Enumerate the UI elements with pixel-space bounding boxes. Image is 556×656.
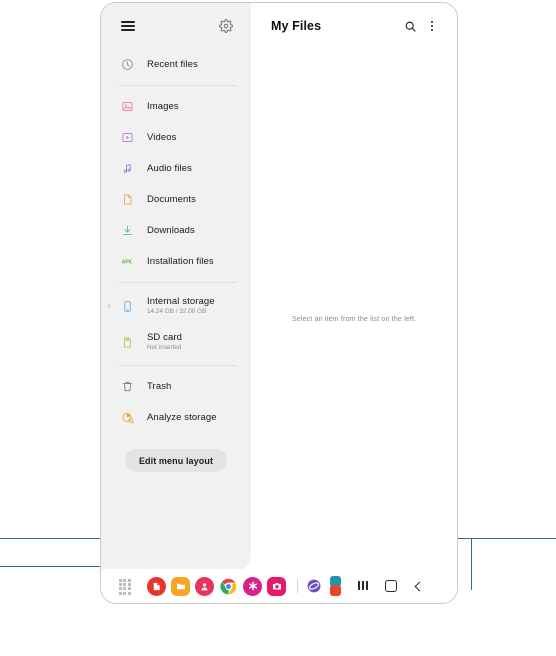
sidebar-item-audio-files[interactable]: Audio files: [101, 153, 251, 184]
sidebar-item-label: Documents: [147, 194, 196, 205]
empty-state-message: Select an item from the list on the left…: [291, 314, 417, 323]
contacts-icon[interactable]: [195, 576, 214, 596]
sidebar-item-installation-files[interactable]: APK Installation files: [101, 246, 251, 277]
sidebar-item-documents[interactable]: Documents: [101, 184, 251, 215]
sidebar-item-recent-files[interactable]: Recent files: [101, 49, 251, 80]
recents-button[interactable]: [355, 578, 371, 594]
hamburger-icon[interactable]: [119, 17, 137, 35]
audio-icon: [119, 161, 135, 177]
running-app-samsung-internet-icon[interactable]: [304, 577, 323, 596]
edit-menu-layout-button[interactable]: Edit menu layout: [124, 449, 228, 472]
content-header: My Files: [251, 3, 457, 49]
image-icon: [119, 99, 135, 115]
sidebar-item-text: Trash: [147, 381, 171, 392]
sidebar-item-text: Audio files: [147, 163, 192, 174]
sidebar-item-text: Documents: [147, 194, 196, 205]
sidebar-item-label: SD card: [147, 332, 183, 343]
search-icon[interactable]: [399, 15, 421, 37]
back-button[interactable]: [411, 578, 427, 594]
camera-icon[interactable]: [267, 576, 286, 596]
sidebar-divider: [119, 282, 237, 283]
sidebar-item-label: Downloads: [147, 225, 195, 236]
home-button[interactable]: [383, 578, 399, 594]
content-area: My Files Select an item from the list on…: [251, 3, 457, 603]
taskbar: [101, 569, 457, 603]
taskbar-separator: [297, 579, 298, 593]
sidebar-item-label: Internal storage: [147, 296, 215, 307]
download-icon: [119, 223, 135, 239]
sidebar-item-label: Videos: [147, 132, 177, 143]
sidebar-header: [101, 3, 251, 49]
chevron-right-icon[interactable]: ›: [108, 302, 111, 310]
sidebar-item-text: Analyze storage: [147, 412, 217, 423]
gear-icon[interactable]: [217, 17, 235, 35]
sidebar-item-videos[interactable]: Videos: [101, 122, 251, 153]
sidebar-item-label: Recent files: [147, 59, 198, 70]
sidebar-menu-list: Recent files Images Videos Audio files Docum…: [101, 49, 251, 433]
sidebar: Recent files Images Videos Audio files Docum…: [101, 3, 251, 571]
svg-text:APK: APK: [122, 260, 133, 266]
recent-apps-stack[interactable]: [328, 575, 345, 596]
apps-grid-button[interactable]: [119, 578, 134, 595]
sidebar-divider: [119, 85, 237, 86]
sidebar-item-label: Images: [147, 101, 179, 112]
clock-icon: [119, 57, 135, 73]
sidebar-item-text: Images: [147, 101, 179, 112]
sidebar-item-sd-card[interactable]: SD card Not inserted: [101, 324, 251, 360]
sidebar-item-text: Videos: [147, 132, 176, 143]
callout-line-recents-v2: [471, 538, 472, 590]
trash-icon: [119, 379, 135, 395]
sidebar-divider: [119, 365, 237, 366]
apk-icon: APK: [119, 254, 135, 270]
sd-card-icon: [119, 334, 135, 350]
gallery-icon[interactable]: [243, 576, 262, 596]
sidebar-item-trash[interactable]: Trash: [101, 371, 251, 402]
analyze-storage-icon: [119, 410, 135, 426]
recent-app-2-icon[interactable]: [330, 584, 341, 596]
page-title: My Files: [271, 19, 322, 33]
phone-frame: Recent files Images Videos Audio files Docum…: [100, 2, 458, 604]
app-shortcuts-tray: [142, 575, 291, 598]
sidebar-item-text: Recent files: [147, 59, 198, 70]
sidebar-item-label: Trash: [147, 381, 172, 392]
more-options-icon[interactable]: [421, 15, 443, 37]
sidebar-item-label: Audio files: [147, 163, 192, 174]
sidebar-item-text: Downloads: [147, 225, 195, 236]
sidebar-item-label: Installation files: [147, 256, 214, 267]
document-icon: [119, 192, 135, 208]
chrome-icon[interactable]: [219, 576, 238, 596]
sidebar-item-images[interactable]: Images: [101, 91, 251, 122]
sidebar-item-text: Internal storage 14.24 GB / 32.00 GB: [147, 296, 215, 316]
sidebar-item-internal-storage[interactable]: › Internal storage 14.24 GB / 32.00 GB: [101, 288, 251, 324]
my-files-icon[interactable]: [171, 576, 190, 596]
phone-storage-icon: [119, 298, 135, 314]
navigation-bar: [355, 578, 427, 594]
sidebar-item-label: Analyze storage: [147, 412, 217, 423]
sidebar-item-analyze-storage[interactable]: Analyze storage: [101, 402, 251, 433]
sidebar-item-text: SD card Not inserted: [147, 332, 182, 352]
hamburger-glyph: [121, 18, 135, 33]
sidebar-item-sublabel: Not inserted: [147, 344, 182, 351]
video-icon: [119, 130, 135, 146]
sidebar-item-text: Installation files: [147, 256, 214, 267]
sidebar-item-sublabel: 14.24 GB / 32.00 GB: [147, 308, 207, 315]
sidebar-item-downloads[interactable]: Downloads: [101, 215, 251, 246]
samsung-notes-icon[interactable]: [147, 576, 166, 596]
